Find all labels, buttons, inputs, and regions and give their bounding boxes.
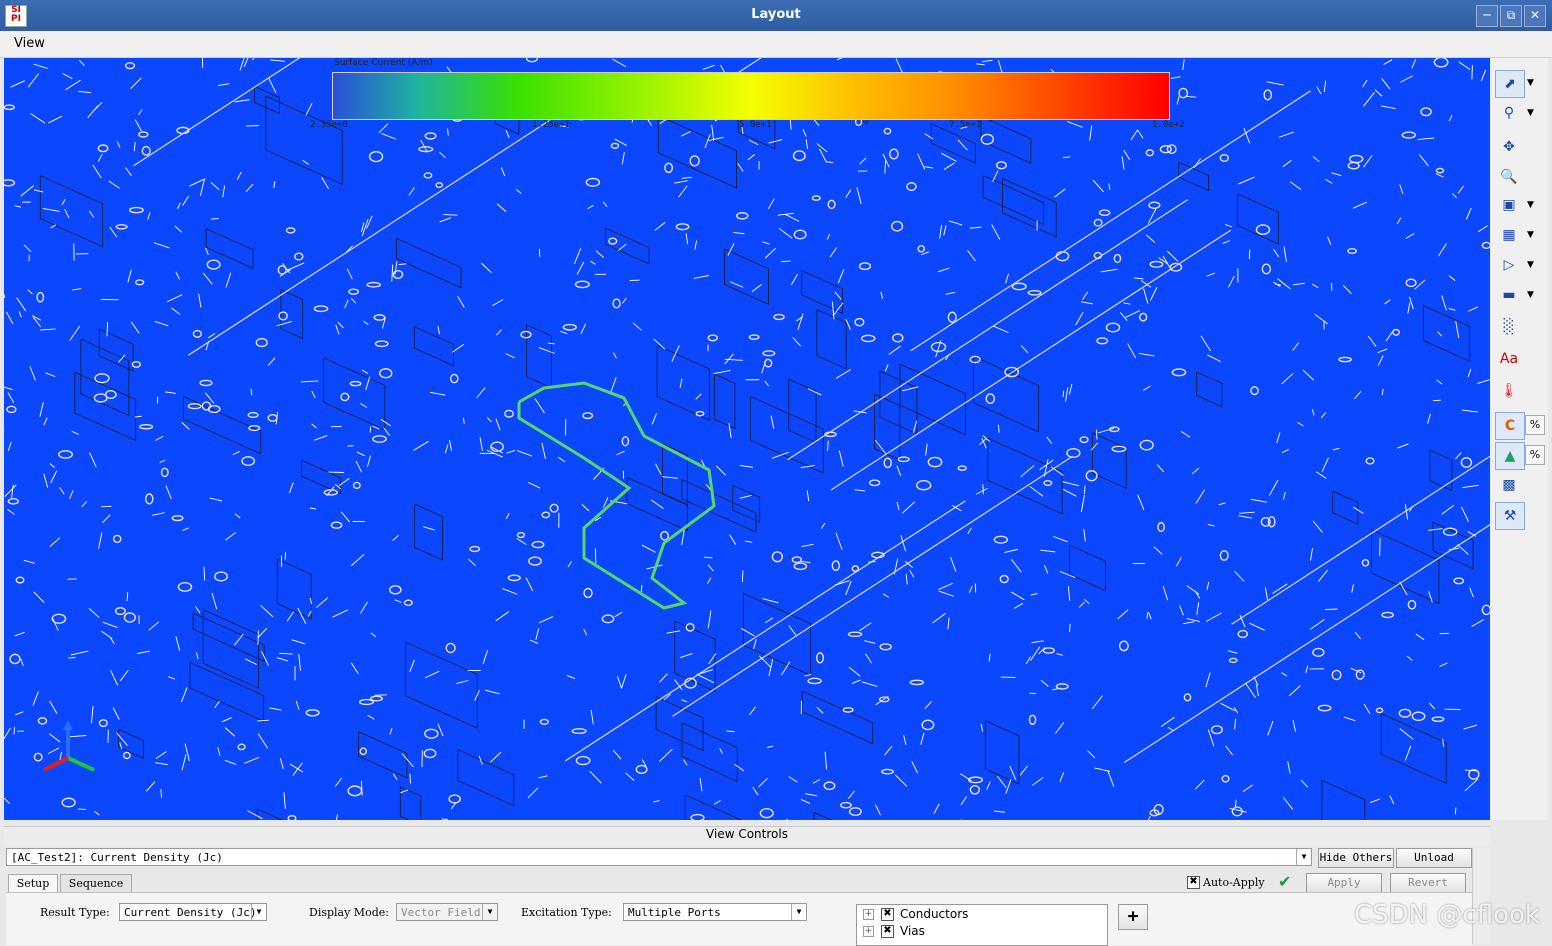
layer-icon[interactable]: ▬ xyxy=(1495,282,1523,308)
close-button[interactable]: ✕ xyxy=(1524,5,1546,27)
text-label-icon[interactable]: Aa xyxy=(1495,346,1523,372)
expand-icon[interactable]: + xyxy=(863,926,874,937)
3d-box-icon[interactable]: ▦ xyxy=(1495,222,1523,248)
chevron-down-icon[interactable]: ▼ xyxy=(1527,290,1534,300)
colorbar xyxy=(332,72,1170,120)
chevron-down-icon[interactable]: ▼ xyxy=(1527,230,1534,240)
chevron-down-icon[interactable]: ▼ xyxy=(251,904,266,920)
colorbar-label: 5.0e+1 xyxy=(739,120,772,130)
surface-map-icon[interactable]: ▲ xyxy=(1495,442,1525,470)
colorbar-label: 2.35e+0 xyxy=(310,120,348,130)
apply-check-icon[interactable]: ✔ xyxy=(1278,872,1291,891)
apply-button[interactable]: Apply xyxy=(1306,873,1382,893)
chevron-down-icon[interactable]: ▼ xyxy=(791,904,806,920)
colorbar-label: 1.0e+2 xyxy=(1152,120,1185,130)
pan-icon[interactable]: ✥ xyxy=(1495,134,1523,160)
play-icon[interactable]: ▷ xyxy=(1495,252,1523,278)
colorbar-title: Surface Current (A/m) xyxy=(334,58,433,68)
result-type-label: Result Type: xyxy=(40,906,110,919)
unload-button[interactable]: Unload xyxy=(1396,848,1472,868)
chevron-down-icon[interactable]: ▼ xyxy=(1527,260,1534,270)
title-bar: SI PI Layout ─ ⧉ ✕ xyxy=(0,0,1552,31)
result-selector[interactable]: [AC_Test2]: Current Density (Jc) ▼ xyxy=(6,848,1312,866)
tab-sequence[interactable]: Sequence xyxy=(60,874,132,893)
color-map-icon[interactable]: C xyxy=(1495,412,1525,440)
probe-icon[interactable]: ⚒ xyxy=(1495,502,1525,530)
zoom-icon[interactable]: 🔍 xyxy=(1495,164,1523,190)
display-mode-select[interactable]: Vector Field▼ xyxy=(396,903,498,921)
chevron-down-icon[interactable]: ▼ xyxy=(482,904,497,920)
percent-button[interactable]: % xyxy=(1525,445,1545,465)
chevron-down-icon[interactable]: ▼ xyxy=(1527,108,1534,118)
colorbar-label: 1.25e+1 xyxy=(532,120,570,130)
vias-checkbox[interactable]: ✖ xyxy=(881,925,894,938)
pcb-layout-render xyxy=(4,58,1490,820)
chevron-down-icon[interactable]: ▼ xyxy=(1527,78,1534,88)
auto-apply-label: Auto-Apply xyxy=(1203,876,1265,889)
right-toolbar: ⬈ ▼ ⚲ ▼ ✥ 🔍 ▣ ▼ ▦ ▼ ▷ ▼ ▬ ▼ ░ Aa 🌡 C % ▲… xyxy=(1491,58,1548,820)
restore-button[interactable]: ⧉ xyxy=(1500,5,1522,27)
add-icon[interactable]: + xyxy=(1118,904,1148,930)
result-name: [AC_Test2]: Current Density (Jc) xyxy=(11,851,223,864)
tab-setup[interactable]: Setup xyxy=(8,874,58,894)
layout-canvas[interactable]: Surface Current (A/m) 2.35e+0 1.25e+1 5.… xyxy=(4,58,1490,820)
conductors-checkbox[interactable]: ✖ xyxy=(881,908,894,921)
capture-icon[interactable]: ▩ xyxy=(1495,472,1523,498)
select-arrow-icon[interactable]: ⬈ xyxy=(1495,70,1525,98)
menu-view[interactable]: View xyxy=(14,36,45,51)
display-mode-label: Display Mode: xyxy=(309,906,389,919)
excitation-type-select[interactable]: Multiple Ports▼ xyxy=(623,903,807,921)
thermometer-icon[interactable]: 🌡 xyxy=(1495,378,1523,404)
excitation-type-label: Excitation Type: xyxy=(521,906,612,919)
view-controls-header: View Controls xyxy=(4,826,1490,845)
revert-button[interactable]: Revert xyxy=(1390,873,1466,893)
menu-bar: View xyxy=(0,31,1552,58)
histogram-icon[interactable]: ░ xyxy=(1495,314,1523,340)
expand-icon[interactable]: + xyxy=(863,909,874,920)
percent-button[interactable]: % xyxy=(1525,415,1545,435)
auto-apply-checkbox[interactable]: ✖ xyxy=(1187,876,1200,889)
chevron-down-icon[interactable]: ▼ xyxy=(1527,200,1534,210)
result-type-select[interactable]: Current Density (Jc)▼ xyxy=(119,903,267,921)
object-tree[interactable]: + ✖ Conductors + ✖ Vias xyxy=(856,904,1108,946)
colorbar-label: 7.5e+1 xyxy=(949,120,982,130)
axis-triad-icon xyxy=(34,718,104,788)
view-box-icon[interactable]: ▣ xyxy=(1495,192,1523,218)
chevron-down-icon[interactable]: ▼ xyxy=(1296,849,1311,865)
minimize-button[interactable]: ─ xyxy=(1476,5,1498,27)
hide-others-button[interactable]: Hide Others xyxy=(1318,848,1394,868)
window-title: Layout xyxy=(0,7,1552,22)
watermark: CSDN @cflook xyxy=(1354,900,1540,930)
zoom-area-icon[interactable]: ⚲ xyxy=(1495,100,1523,126)
